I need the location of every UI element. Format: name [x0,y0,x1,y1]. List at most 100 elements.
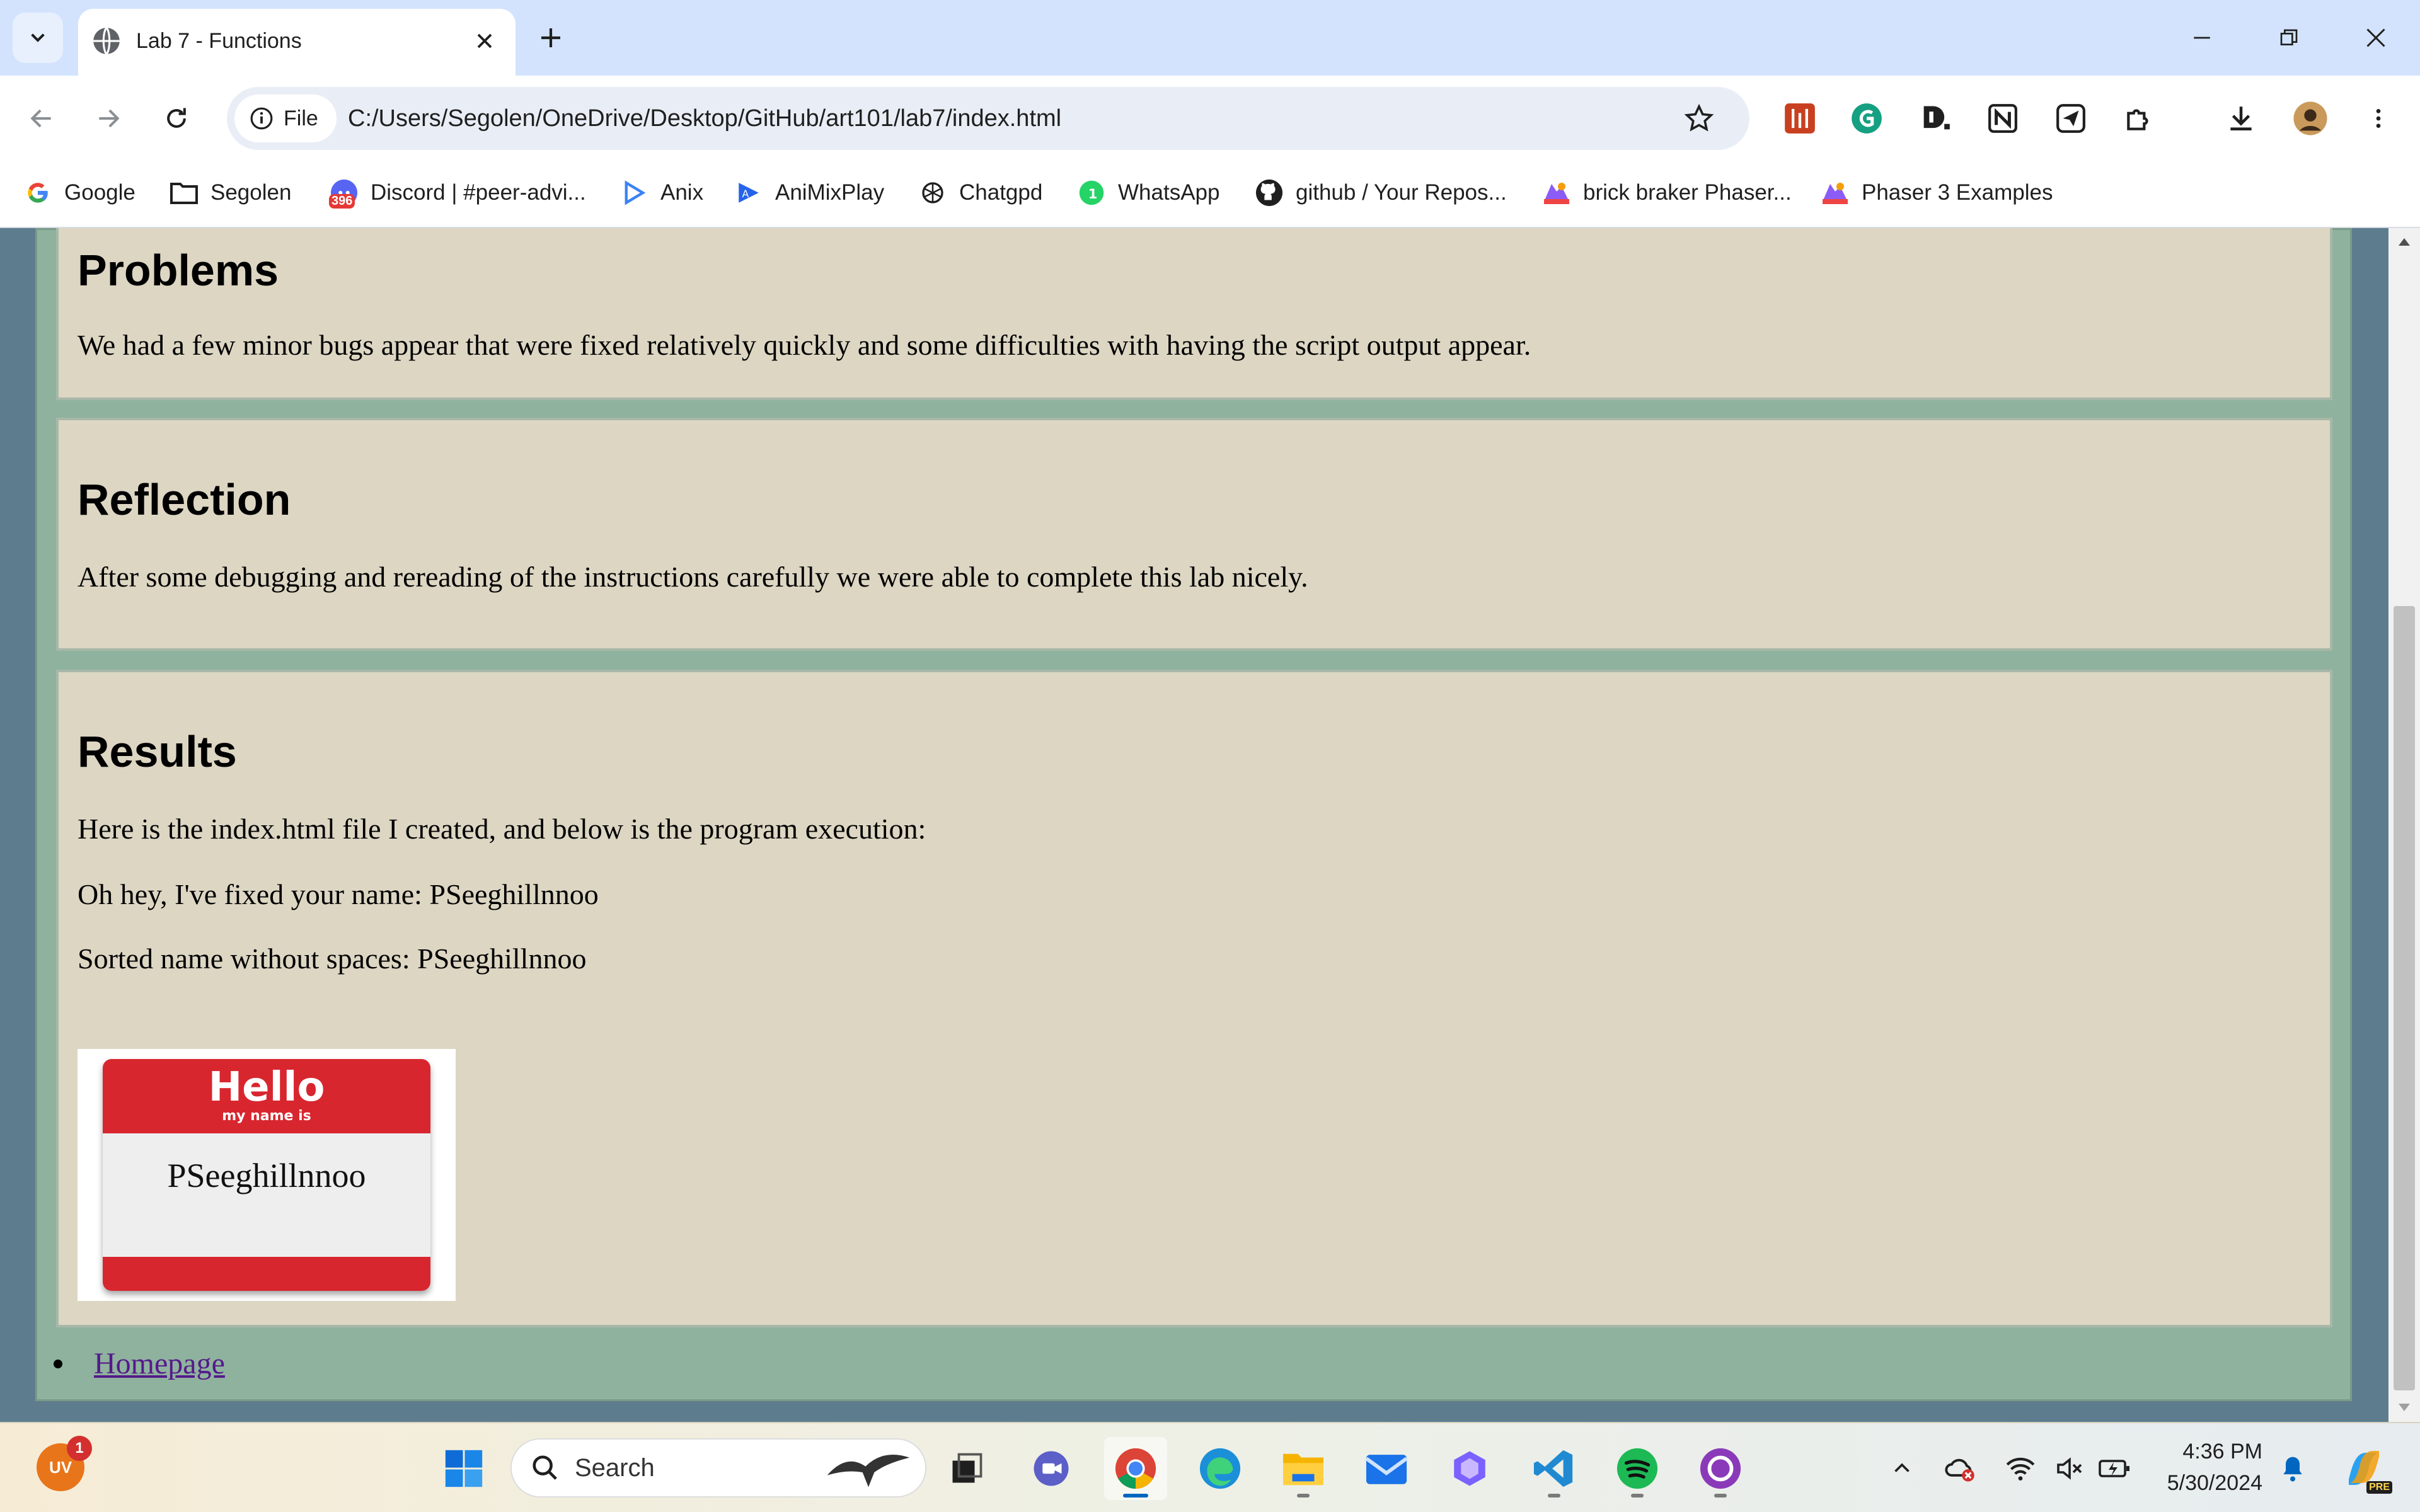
onedrive-status[interactable] [1941,1450,1979,1487]
sorted-name-output: Sorted name without spaces: PSeeghillnno… [78,942,587,975]
play-icon [619,178,649,208]
spotify-icon [1616,1448,1658,1489]
file-explorer-button[interactable] [1272,1437,1335,1500]
copilot-app-button[interactable] [1438,1437,1501,1500]
notifications-button[interactable] [2274,1450,2312,1487]
minimize-button[interactable] [2167,14,2237,62]
bookmark-discord[interactable]: 396 Discord | #peer-advi... [329,171,586,214]
profile-avatar[interactable] [2289,97,2332,140]
spotify-button[interactable] [1606,1437,1669,1500]
reload-icon [167,108,186,128]
bookmark-github[interactable]: github / Your Repos... [1254,171,1507,214]
tab-close-button[interactable] [463,19,507,63]
bookmark-chatgpd[interactable]: Chatgpd [918,171,1042,214]
site-info-button[interactable]: File [234,94,337,142]
task-view-button[interactable] [935,1437,998,1500]
bookmark-animixplay[interactable]: A AniMixPlay [734,171,884,214]
page-wrapper: Problems We had a few minor bugs appear … [35,228,2352,1401]
github-desktop-icon [1700,1448,1741,1489]
tab-search-button[interactable] [13,13,63,63]
close-window-button[interactable] [2341,14,2411,62]
mail-button[interactable] [1355,1437,1418,1500]
bookmark-phaser-examples[interactable]: Phaser 3 Examples [1820,171,2053,214]
bookmark-google[interactable]: Google [23,171,135,214]
cloud-error-icon [1945,1458,1974,1482]
notion-button[interactable] [1981,97,2024,140]
new-tab-button[interactable] [528,15,573,60]
show-hidden-icons-button[interactable] [1883,1450,1921,1487]
running-indicator [1631,1494,1644,1498]
restore-button[interactable] [2254,14,2324,62]
bookmark-anix[interactable]: Anix [619,171,703,214]
hexagon-app-icon [1454,1451,1485,1486]
extension-button[interactable] [1778,97,1821,140]
name-tag-name: PSeeghillnnoo [167,1157,366,1194]
teams-chat-button[interactable] [1020,1437,1083,1500]
edge-button[interactable] [1189,1437,1252,1500]
grammarly-button[interactable] [1845,97,1888,140]
bookmark-label: Anix [660,180,704,205]
start-button[interactable] [432,1437,495,1500]
results-heading: Results [78,727,237,776]
address-bar[interactable]: File C:/Users/Segolen/OneDrive/Desktop/G… [227,87,1749,150]
taskbar-search[interactable]: Search [510,1438,926,1498]
wifi-status[interactable] [2002,1450,2039,1487]
downloads-button[interactable] [2220,97,2262,140]
volume-status[interactable] [2051,1450,2089,1487]
vscode-button[interactable] [1523,1437,1586,1500]
openai-icon [918,178,948,208]
tab-active[interactable]: Lab 7 - Functions [78,9,516,76]
name-tag-footer [103,1257,430,1291]
bookmark-brick-braker[interactable]: brick braker Phaser... [1541,171,1792,214]
phaser-icon [1541,178,1572,208]
teams-icon [1034,1451,1069,1486]
search-icon [533,1455,557,1480]
scroll-down-icon[interactable] [2397,1401,2412,1414]
problems-section: Problems We had a few minor bugs appear … [56,228,2332,400]
clock-time: 4:36 PM [2182,1440,2262,1463]
folder-icon [1283,1453,1323,1486]
close-icon [477,33,492,49]
bell-icon [2283,1457,2302,1482]
windows-taskbar: UV 1 Search 4:36 PM 5/30/2024 PRE [0,1422,2420,1512]
system-clock[interactable]: 4:36 PM 5/30/2024 [2136,1436,2262,1499]
discord-badge: 396 [329,194,355,209]
bookmark-whatsapp[interactable]: 1 WhatsApp [1076,171,1219,214]
battery-status[interactable] [2096,1450,2134,1487]
bookmark-label: Google [64,180,135,205]
bookmark-star-button[interactable] [1676,96,1722,141]
animix-icon: A [734,178,764,208]
copilot-button[interactable]: PRE [2336,1440,2392,1496]
bookmark-label: Segolen [210,180,292,205]
paper-plane-icon [2056,104,2085,133]
grammarly-icon [1852,103,1882,134]
fixed-name-output: Oh hey, I've fixed your name: PSeeghilln… [78,878,599,910]
scrollbar-thumb[interactable] [2394,606,2415,1390]
avatar-icon [2293,101,2327,135]
info-icon [250,107,273,130]
chevron-down-icon [31,33,45,42]
site-info-label: File [284,106,318,130]
bookmark-label: AniMixPlay [775,180,885,205]
whatsapp-badge: 1 [1088,186,1098,202]
browser-menu-button[interactable] [2357,97,2400,140]
avatar: UV 1 [37,1436,92,1491]
user-avatar-widget[interactable]: UV 1 [29,1436,92,1499]
reload-button[interactable] [151,93,202,144]
send-extension-button[interactable] [2049,97,2092,140]
vertical-scrollbar[interactable] [2388,228,2420,1422]
chevron-up-icon [1894,1463,1910,1472]
forward-button[interactable] [83,93,134,144]
url-text[interactable]: C:/Users/Segolen/OneDrive/Desktop/GitHub… [348,103,1061,134]
chrome-taskbar-button[interactable] [1104,1437,1167,1500]
active-indicator [1123,1494,1148,1498]
d-extension-button[interactable] [1913,97,1956,140]
scroll-up-icon[interactable] [2397,236,2412,248]
extensions-menu-button[interactable] [2118,97,2160,140]
back-button[interactable] [16,93,67,144]
homepage-list-item: Homepage [54,1346,225,1381]
chrome-icon [1115,1448,1156,1489]
bookmark-folder-segolen[interactable]: Segolen [169,171,291,214]
homepage-link[interactable]: Homepage [94,1346,225,1381]
github-desktop-button[interactable] [1689,1437,1752,1500]
